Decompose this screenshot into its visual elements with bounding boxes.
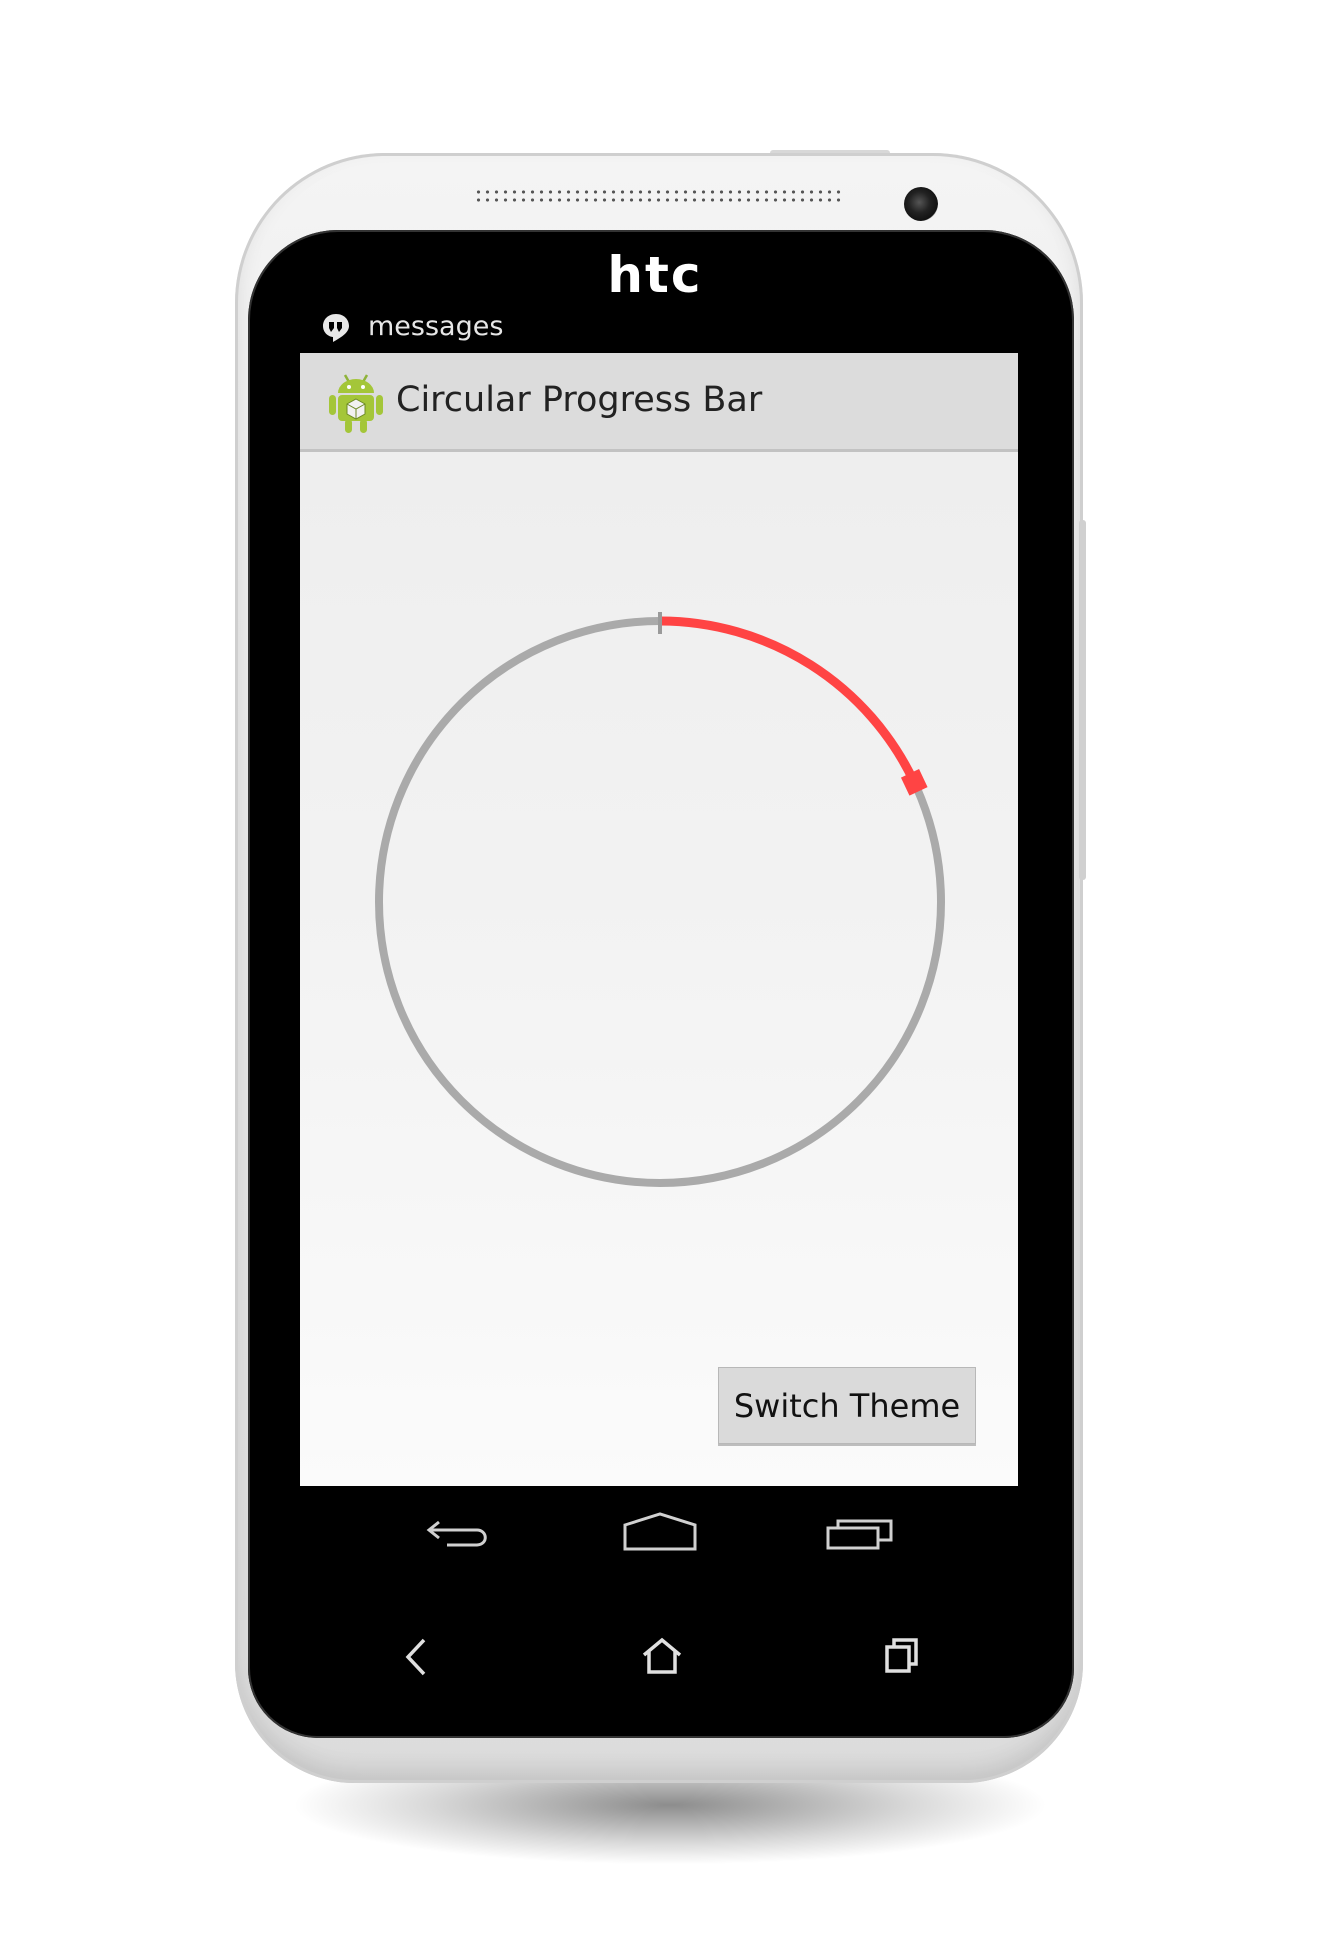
status-bar: messages	[300, 303, 1018, 353]
content-area: Switch Theme	[300, 452, 1018, 1486]
app-title: Circular Progress Bar	[396, 380, 763, 420]
switch-theme-button[interactable]: Switch Theme	[718, 1367, 976, 1444]
hangouts-quote-icon	[323, 314, 349, 342]
notification-text: messages	[368, 311, 504, 342]
front-camera	[904, 187, 938, 221]
progress-arc	[659, 616, 919, 785]
home-icon[interactable]	[622, 1511, 698, 1553]
recent-apps-icon[interactable]	[825, 1514, 897, 1554]
volume-button	[1079, 520, 1086, 880]
back-icon[interactable]	[425, 1514, 495, 1554]
navigation-bar	[300, 1486, 1018, 1583]
android-robot-icon	[329, 374, 383, 433]
device-screen: messages Circular Progress Bar Switch Th…	[300, 303, 1018, 1583]
home-icon[interactable]	[641, 1636, 683, 1676]
back-icon[interactable]	[400, 1636, 432, 1678]
brand-logo: htc	[607, 246, 703, 304]
action-bar: Circular Progress Bar	[300, 353, 1018, 452]
speaker-grill	[474, 188, 844, 204]
circular-progress-bar	[375, 612, 945, 1187]
recent-apps-icon[interactable]	[884, 1636, 920, 1676]
